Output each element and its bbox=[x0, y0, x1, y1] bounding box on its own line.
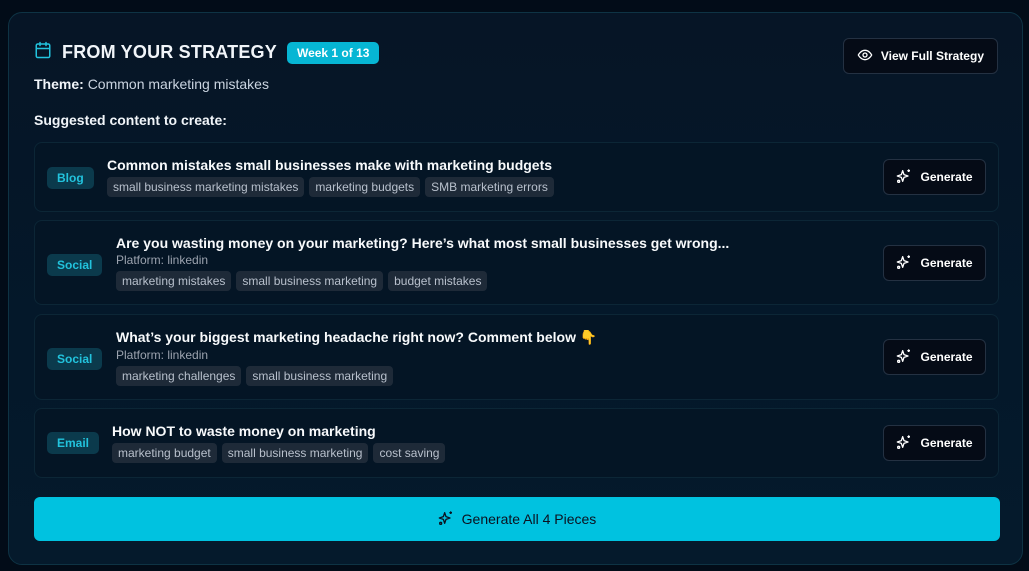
sparkles-icon bbox=[438, 510, 454, 529]
generate-label: Generate bbox=[920, 436, 973, 450]
theme-label: Theme: bbox=[34, 76, 84, 92]
generate-button[interactable]: Generate bbox=[883, 425, 986, 461]
sparkles-icon bbox=[896, 434, 912, 453]
type-badge: Blog bbox=[47, 167, 94, 189]
tag: small business marketing mistakes bbox=[107, 177, 305, 197]
item-title: Are you wasting money on your marketing?… bbox=[116, 235, 730, 251]
tag: small business marketing bbox=[246, 366, 394, 386]
sparkles-icon bbox=[896, 254, 912, 273]
eye-icon bbox=[857, 47, 873, 66]
platform-label: Platform: linkedin bbox=[116, 348, 209, 362]
content-item: Blog Common mistakes small businesses ma… bbox=[34, 142, 999, 212]
content-item: Email How NOT to waste money on marketin… bbox=[34, 408, 999, 478]
platform-label: Platform: linkedin bbox=[116, 253, 209, 267]
week-badge: Week 1 of 13 bbox=[286, 41, 380, 64]
item-title: Common mistakes small businesses make wi… bbox=[107, 157, 553, 173]
content-item: Social What’s your biggest marketing hea… bbox=[34, 314, 999, 400]
generate-label: Generate bbox=[920, 170, 973, 184]
strategy-card: FROM YOUR STRATEGY Week 1 of 13 Theme: C… bbox=[8, 12, 1023, 565]
tag: budget mistakes bbox=[388, 271, 488, 291]
generate-label: Generate bbox=[920, 350, 973, 364]
type-badge: Social bbox=[47, 254, 103, 276]
generate-label: Generate bbox=[920, 256, 973, 270]
tag: SMB marketing errors bbox=[425, 177, 554, 197]
tag: marketing budgets bbox=[309, 177, 421, 197]
theme-line: Theme: Common marketing mistakes bbox=[34, 76, 269, 92]
view-full-strategy-button[interactable]: View Full Strategy bbox=[842, 38, 998, 74]
tag: small business marketing bbox=[236, 271, 384, 291]
generate-button[interactable]: Generate bbox=[883, 159, 986, 195]
tag: marketing mistakes bbox=[116, 271, 232, 291]
card-header: FROM YOUR STRATEGY Week 1 of 13 bbox=[34, 41, 380, 64]
tag: small business marketing bbox=[221, 443, 369, 463]
tag: marketing challenges bbox=[116, 366, 242, 386]
item-title: What’s your biggest marketing headache r… bbox=[116, 329, 598, 345]
generate-button[interactable]: Generate bbox=[883, 339, 986, 375]
tag: cost saving bbox=[373, 443, 446, 463]
type-badge: Social bbox=[47, 348, 103, 370]
sparkles-icon bbox=[896, 168, 912, 187]
sparkles-icon bbox=[896, 348, 912, 367]
calendar-icon bbox=[34, 41, 52, 64]
content-item: Social Are you wasting money on your mar… bbox=[34, 220, 999, 305]
generate-all-label: Generate All 4 Pieces bbox=[461, 511, 597, 527]
theme-value: Common marketing mistakes bbox=[87, 76, 269, 92]
card-title: FROM YOUR STRATEGY bbox=[62, 42, 277, 62]
generate-button[interactable]: Generate bbox=[883, 245, 986, 281]
item-title: How NOT to waste money on marketing bbox=[112, 423, 376, 439]
section-label: Suggested content to create: bbox=[34, 112, 227, 128]
tag: marketing budget bbox=[112, 443, 217, 463]
view-full-strategy-label: View Full Strategy bbox=[880, 49, 984, 63]
generate-all-button[interactable]: Generate All 4 Pieces bbox=[34, 497, 1000, 541]
type-badge: Email bbox=[47, 432, 100, 454]
